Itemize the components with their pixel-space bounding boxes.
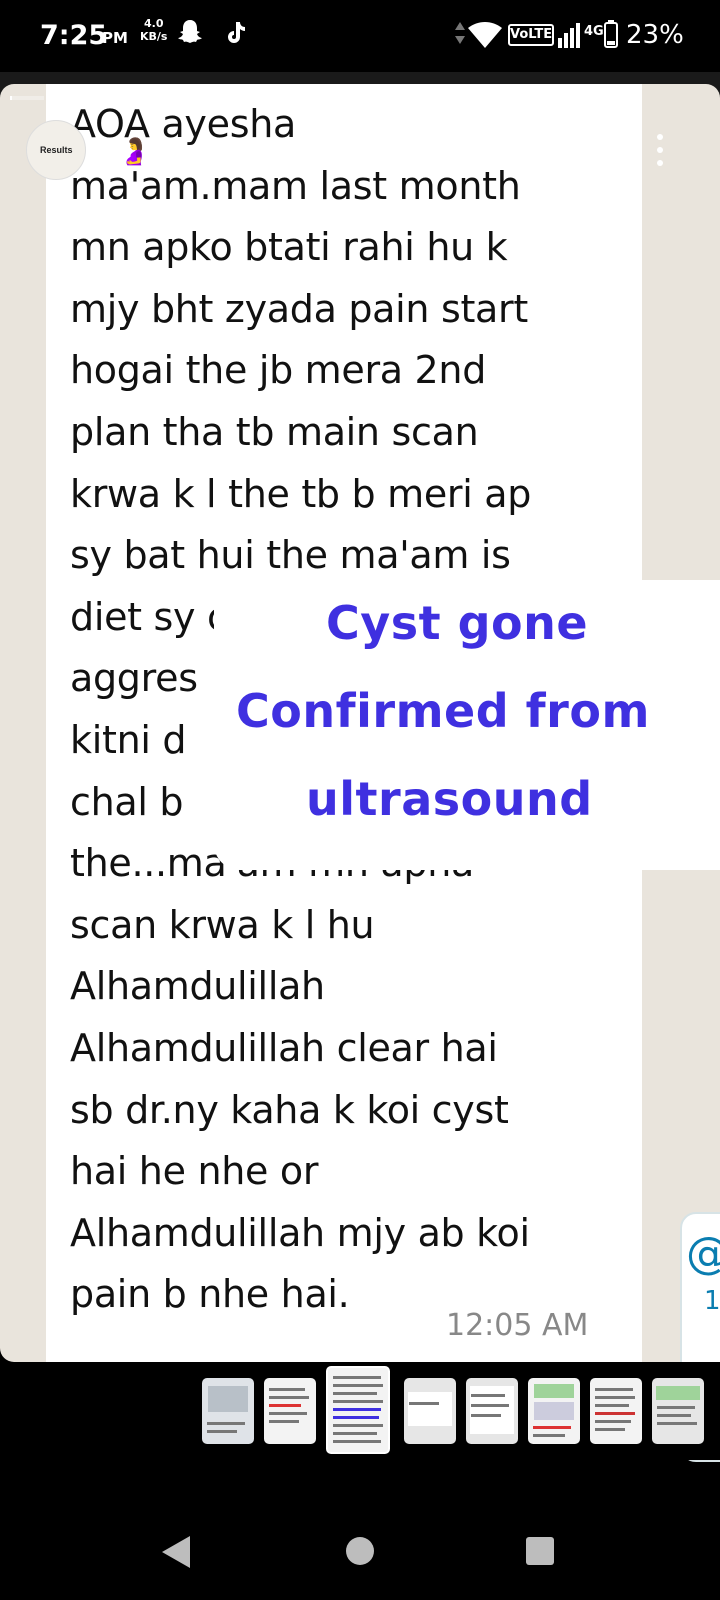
home-button[interactable] <box>346 1537 374 1565</box>
more-dot-icon <box>657 134 663 140</box>
status-ampm: PM <box>102 29 128 47</box>
pregnant-woman-icon: 🤰 <box>118 136 151 166</box>
mention-icon: @ <box>686 1228 720 1279</box>
mention-count: 1 <box>704 1286 720 1316</box>
story-thumbnail-active[interactable] <box>326 1366 390 1454</box>
signal-icon <box>558 22 582 53</box>
status-bar: 7:25 PM 4.0 KB/s VoLTE 4G 23% <box>0 0 720 72</box>
network-speed-value: 4.0 <box>143 17 164 30</box>
volte-badge: VoLTE <box>508 24 554 46</box>
story-thumbnail[interactable] <box>404 1378 456 1444</box>
more-dot-icon <box>657 147 663 153</box>
snapchat-icon <box>176 18 204 49</box>
story-thumbnail[interactable] <box>466 1378 518 1444</box>
more-dot-icon <box>657 160 663 166</box>
avatar-label: Results <box>40 145 73 155</box>
more-options-button[interactable] <box>648 130 672 170</box>
story-thumbnail[interactable] <box>590 1378 642 1444</box>
story-thumbnail[interactable] <box>528 1378 580 1444</box>
data-arrows-icon <box>454 20 466 51</box>
wifi-icon <box>468 22 502 53</box>
network-speed: 4.0 KB/s <box>140 17 167 43</box>
message-time: 12:05 AM <box>446 1308 589 1343</box>
caption-line-2: Confirmed from <box>236 684 650 738</box>
network-type: 4G <box>584 24 604 39</box>
tiktok-icon <box>224 20 246 49</box>
battery-percent: 23% <box>626 20 684 50</box>
status-time: 7:25 <box>40 20 108 51</box>
back-button[interactable] <box>162 1536 190 1568</box>
caption-line-3: ultrasound <box>306 772 593 826</box>
story-date: May 5 <box>262 138 335 166</box>
caption-overlay: Cyst gone Confirmed from ultrasound <box>214 580 720 870</box>
story-progress-bar <box>10 96 44 100</box>
story-thumbnail[interactable] <box>202 1378 254 1444</box>
story-thumbnail[interactable] <box>264 1378 316 1444</box>
story-author-name[interactable]: results <box>150 138 247 167</box>
caption-line-1: Cyst gone <box>326 596 589 650</box>
network-speed-unit: KB/s <box>140 30 168 43</box>
story-thumbnail[interactable] <box>652 1378 704 1444</box>
battery-icon <box>604 20 618 53</box>
recents-button[interactable] <box>526 1537 554 1565</box>
